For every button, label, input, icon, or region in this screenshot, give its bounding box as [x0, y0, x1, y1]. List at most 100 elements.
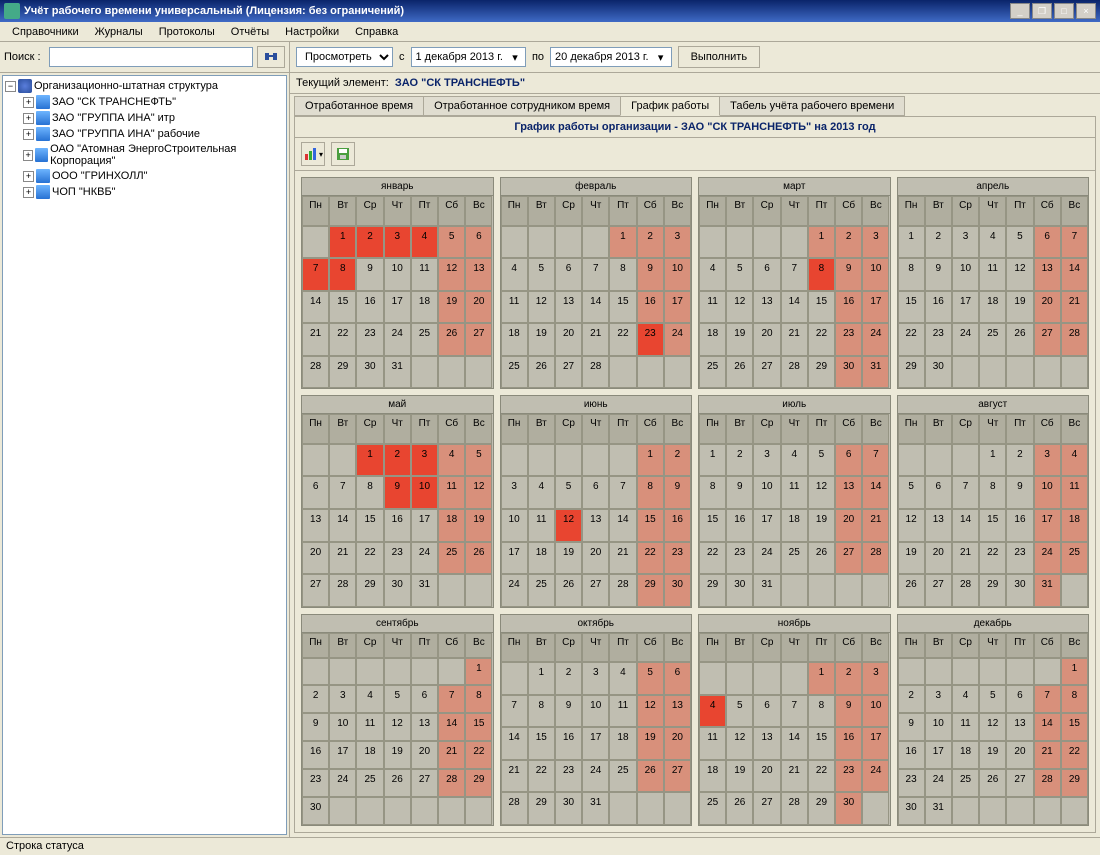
day-cell[interactable]: 25	[1061, 542, 1088, 575]
day-cell[interactable]: 18	[952, 741, 979, 769]
day-cell[interactable]: 24	[753, 542, 780, 575]
day-cell[interactable]: 26	[465, 542, 492, 575]
day-cell[interactable]: 5	[384, 685, 411, 713]
day-cell[interactable]: 29	[808, 356, 835, 389]
day-cell[interactable]: 1	[699, 444, 726, 477]
day-cell[interactable]: 1	[329, 226, 356, 259]
day-cell[interactable]: 13	[925, 509, 952, 542]
day-cell[interactable]: 22	[356, 542, 383, 575]
day-cell[interactable]: 7	[501, 695, 528, 728]
day-cell[interactable]: 18	[781, 509, 808, 542]
day-cell[interactable]: 31	[582, 792, 609, 825]
day-cell[interactable]: 25	[528, 574, 555, 607]
day-cell[interactable]: 10	[862, 258, 889, 291]
save-button[interactable]	[331, 142, 355, 166]
day-cell[interactable]: 20	[465, 291, 492, 324]
day-cell[interactable]: 4	[411, 226, 438, 259]
day-cell[interactable]: 2	[726, 444, 753, 477]
menu-item[interactable]: Справочники	[4, 24, 87, 40]
maximize-button[interactable]: □	[1054, 3, 1074, 19]
day-cell[interactable]: 10	[384, 258, 411, 291]
day-cell[interactable]: 14	[302, 291, 329, 324]
day-cell[interactable]: 3	[862, 226, 889, 259]
day-cell[interactable]: 30	[1006, 574, 1033, 607]
day-cell[interactable]: 12	[726, 727, 753, 760]
day-cell[interactable]: 13	[411, 713, 438, 741]
day-cell[interactable]: 1	[465, 658, 492, 686]
expand-icon[interactable]: +	[23, 129, 34, 140]
day-cell[interactable]: 19	[808, 509, 835, 542]
day-cell[interactable]: 17	[664, 291, 691, 324]
day-cell[interactable]: 27	[302, 574, 329, 607]
day-cell[interactable]: 16	[302, 741, 329, 769]
day-cell[interactable]: 13	[835, 476, 862, 509]
day-cell[interactable]: 14	[1034, 713, 1061, 741]
day-cell[interactable]: 24	[329, 769, 356, 797]
day-cell[interactable]: 2	[925, 226, 952, 259]
day-cell[interactable]: 29	[1061, 769, 1088, 797]
day-cell[interactable]: 15	[979, 509, 1006, 542]
day-cell[interactable]: 14	[862, 476, 889, 509]
day-cell[interactable]: 20	[1006, 741, 1033, 769]
day-cell[interactable]: 18	[699, 760, 726, 793]
day-cell[interactable]: 14	[609, 509, 636, 542]
day-cell[interactable]: 15	[356, 509, 383, 542]
day-cell[interactable]: 29	[808, 792, 835, 825]
day-cell[interactable]: 16	[664, 509, 691, 542]
tree-item[interactable]: +ЗАО "СК ТРАНСНЕФТЬ"	[5, 94, 284, 110]
day-cell[interactable]: 11	[438, 476, 465, 509]
day-cell[interactable]: 12	[555, 509, 582, 542]
day-cell[interactable]: 27	[411, 769, 438, 797]
day-cell[interactable]: 8	[808, 258, 835, 291]
day-cell[interactable]: 11	[411, 258, 438, 291]
day-cell[interactable]: 20	[925, 542, 952, 575]
day-cell[interactable]: 12	[808, 476, 835, 509]
day-cell[interactable]: 21	[609, 542, 636, 575]
day-cell[interactable]: 5	[465, 444, 492, 477]
day-cell[interactable]: 28	[582, 356, 609, 389]
day-cell[interactable]: 29	[528, 792, 555, 825]
day-cell[interactable]: 11	[609, 695, 636, 728]
day-cell[interactable]: 5	[528, 258, 555, 291]
day-cell[interactable]: 11	[1061, 476, 1088, 509]
dropdown-icon[interactable]: ▾	[655, 51, 667, 64]
day-cell[interactable]: 15	[329, 291, 356, 324]
day-cell[interactable]: 2	[835, 226, 862, 259]
execute-button[interactable]: Выполнить	[678, 46, 760, 68]
day-cell[interactable]: 12	[979, 713, 1006, 741]
day-cell[interactable]: 5	[726, 695, 753, 728]
day-cell[interactable]: 24	[1034, 542, 1061, 575]
day-cell[interactable]: 5	[808, 444, 835, 477]
day-cell[interactable]: 9	[302, 713, 329, 741]
day-cell[interactable]: 10	[952, 258, 979, 291]
day-cell[interactable]: 25	[501, 356, 528, 389]
day-cell[interactable]: 30	[835, 792, 862, 825]
day-cell[interactable]: 16	[356, 291, 383, 324]
day-cell[interactable]: 12	[898, 509, 925, 542]
day-cell[interactable]: 13	[1034, 258, 1061, 291]
menu-item[interactable]: Справка	[347, 24, 406, 40]
day-cell[interactable]: 10	[753, 476, 780, 509]
day-cell[interactable]: 10	[1034, 476, 1061, 509]
day-cell[interactable]: 30	[925, 356, 952, 389]
day-cell[interactable]: 11	[501, 291, 528, 324]
day-cell[interactable]: 4	[979, 226, 1006, 259]
day-cell[interactable]: 13	[582, 509, 609, 542]
export-button[interactable]: ▾	[301, 142, 325, 166]
day-cell[interactable]: 26	[384, 769, 411, 797]
day-cell[interactable]: 22	[609, 323, 636, 356]
menu-item[interactable]: Настройки	[277, 24, 347, 40]
day-cell[interactable]: 7	[1034, 685, 1061, 713]
day-cell[interactable]: 18	[438, 509, 465, 542]
day-cell[interactable]: 18	[1061, 509, 1088, 542]
day-cell[interactable]: 11	[952, 713, 979, 741]
day-cell[interactable]: 17	[384, 291, 411, 324]
day-cell[interactable]: 23	[925, 323, 952, 356]
day-cell[interactable]: 6	[835, 444, 862, 477]
day-cell[interactable]: 24	[384, 323, 411, 356]
day-cell[interactable]: 7	[781, 695, 808, 728]
tab[interactable]: Табель учёта рабочего времени	[719, 96, 905, 116]
day-cell[interactable]: 3	[1034, 444, 1061, 477]
day-cell[interactable]: 29	[356, 574, 383, 607]
menu-item[interactable]: Отчёты	[223, 24, 277, 40]
